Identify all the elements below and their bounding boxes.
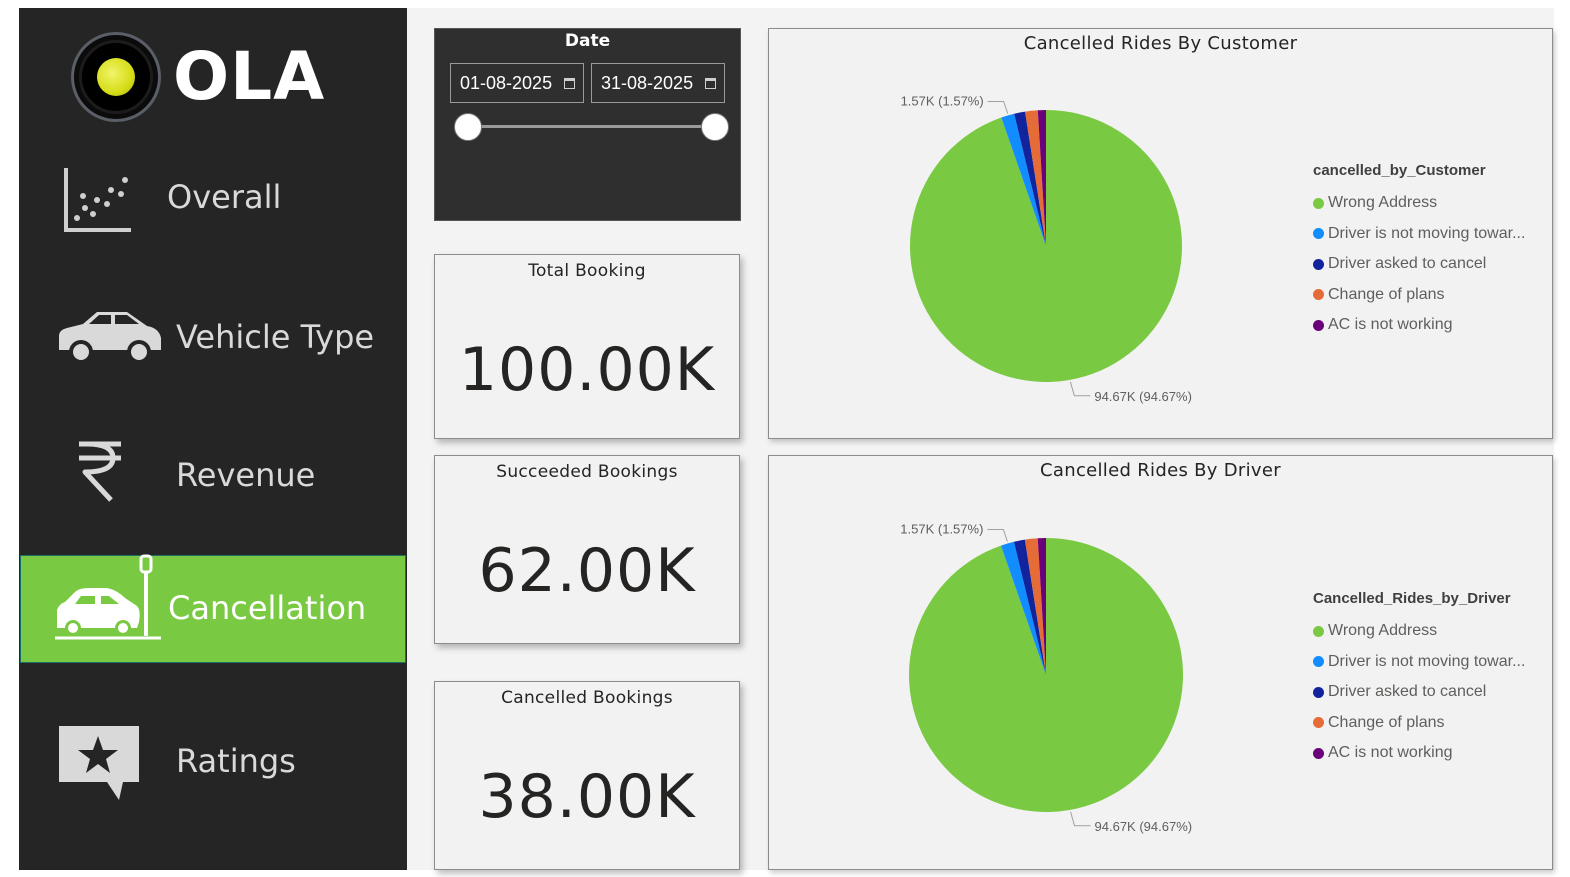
data-label-small-slice: 1.57K (1.57%) xyxy=(900,522,983,537)
kpi-value: 38.00K xyxy=(478,762,696,832)
date-slicer-title: Date xyxy=(564,31,611,51)
legend-color-dot xyxy=(1313,686,1324,698)
leader-line xyxy=(1070,811,1091,827)
legend-label: AC is not working xyxy=(1328,744,1453,762)
legend-label: AC is not working xyxy=(1328,316,1453,334)
kpi-title: Total Booking xyxy=(528,261,646,281)
kpi-value: 100.00K xyxy=(458,335,716,405)
nav-item-revenue[interactable]: Revenue xyxy=(19,438,407,518)
legend-label: Driver is not moving towar... xyxy=(1328,224,1526,242)
date-range-start-handle[interactable] xyxy=(454,113,482,141)
nav-label-overall: Overall xyxy=(167,178,282,216)
kpi-title: Succeeded Bookings xyxy=(496,462,678,482)
ola-logo: OLA xyxy=(71,32,325,122)
kpi-card-cancelled-bookings: Cancelled Bookings 38.00K xyxy=(434,681,740,870)
nav-label-cancellation: Cancellation xyxy=(168,589,367,627)
kpi-value: 62.00K xyxy=(478,536,696,606)
legend-item[interactable]: Driver is not moving towar... xyxy=(1313,219,1525,250)
nav-item-vehicle-type[interactable]: Vehicle Type xyxy=(19,298,407,378)
legend-item[interactable]: AC is not working xyxy=(1313,310,1525,341)
legend-item[interactable]: Change of plans xyxy=(1313,708,1525,739)
dashboard: OLA Overall Vehicle Type Revenue Cancell… xyxy=(0,0,1570,877)
rupee-icon xyxy=(75,440,125,510)
kpi-card-total-booking: Total Booking 100.00K xyxy=(434,254,740,439)
legend-title: cancelled_by_Customer xyxy=(1313,162,1486,179)
legend-color-dot xyxy=(1313,625,1324,637)
legend-color-dot xyxy=(1313,656,1324,668)
car-crash-icon xyxy=(53,550,163,650)
legend-color-dot xyxy=(1313,717,1324,729)
start-date-input[interactable]: 01-08-2025 xyxy=(450,63,584,103)
legend-color-dot xyxy=(1313,258,1324,270)
nav-label-ratings: Ratings xyxy=(176,742,296,780)
nav-label-revenue: Revenue xyxy=(176,456,316,494)
kpi-title: Cancelled Bookings xyxy=(501,688,673,708)
legend-label: Driver asked to cancel xyxy=(1328,255,1487,273)
legend-label: Driver asked to cancel xyxy=(1328,683,1487,701)
leader-line xyxy=(987,101,1009,114)
legend-color-dot xyxy=(1313,228,1324,240)
scatter-chart-icon xyxy=(63,166,133,242)
nav-item-ratings[interactable]: Ratings xyxy=(19,718,407,808)
legend-item[interactable]: Change of plans xyxy=(1313,280,1525,311)
start-date-value: 01-08-2025 xyxy=(460,72,553,93)
legend-label: Change of plans xyxy=(1328,713,1445,731)
end-date-value: 31-08-2025 xyxy=(601,72,694,93)
data-label-small-slice: 1.57K (1.57%) xyxy=(901,94,984,109)
sidebar: OLA Overall Vehicle Type Revenue Cancell… xyxy=(19,8,407,870)
date-range-end-handle[interactable] xyxy=(701,113,729,141)
calendar-icon[interactable] xyxy=(564,78,575,89)
chart-legend: Cancelled_Rides_by_Driver Wrong Address … xyxy=(1313,590,1525,769)
calendar-icon[interactable] xyxy=(705,78,716,89)
date-slicer: Date 01-08-2025 31-08-2025 xyxy=(434,28,741,221)
legend-item[interactable]: Driver asked to cancel xyxy=(1313,677,1525,708)
pie-chart-cancelled-by-customer[interactable]: Cancelled Rides By Customer 1.57K (1.57%… xyxy=(768,28,1553,439)
ola-logo-icon xyxy=(71,32,161,122)
pie-chart-cancelled-by-driver[interactable]: Cancelled Rides By Driver 1.57K (1.57%) 9… xyxy=(768,455,1553,870)
end-date-input[interactable]: 31-08-2025 xyxy=(591,63,725,103)
nav-label-vehicle-type: Vehicle Type xyxy=(176,318,375,356)
legend-label: Driver is not moving towar... xyxy=(1328,652,1526,670)
legend-color-dot xyxy=(1313,197,1324,209)
legend-label: Wrong Address xyxy=(1328,622,1438,640)
legend-label: Change of plans xyxy=(1328,285,1445,303)
legend-item[interactable]: Wrong Address xyxy=(1313,616,1525,647)
star-review-icon xyxy=(57,724,141,812)
data-label-large-slice: 94.67K (94.67%) xyxy=(1095,819,1193,834)
legend-item[interactable]: Driver is not moving towar... xyxy=(1313,647,1525,678)
legend-color-dot xyxy=(1313,289,1324,301)
legend-item[interactable]: Wrong Address xyxy=(1313,188,1525,219)
legend-color-dot xyxy=(1313,747,1324,759)
legend-label: Wrong Address xyxy=(1328,194,1438,212)
leader-line xyxy=(1069,381,1091,397)
car-icon xyxy=(55,306,163,376)
date-range-slider-track[interactable] xyxy=(468,125,716,128)
legend-color-dot xyxy=(1313,319,1324,331)
legend-item[interactable]: Driver asked to cancel xyxy=(1313,249,1525,280)
data-label-large-slice: 94.67K (94.67%) xyxy=(1094,389,1192,404)
kpi-card-succeeded-bookings: Succeeded Bookings 62.00K xyxy=(434,455,740,644)
chart-legend: cancelled_by_Customer Wrong Address Driv… xyxy=(1313,162,1525,341)
nav-item-cancellation[interactable]: Cancellation xyxy=(20,554,406,663)
logo-text: OLA xyxy=(173,38,326,115)
nav-item-overall[interactable]: Overall xyxy=(19,158,407,238)
leader-line xyxy=(987,529,1008,542)
legend-item[interactable]: AC is not working xyxy=(1313,738,1525,769)
legend-title: Cancelled_Rides_by_Driver xyxy=(1313,590,1511,607)
